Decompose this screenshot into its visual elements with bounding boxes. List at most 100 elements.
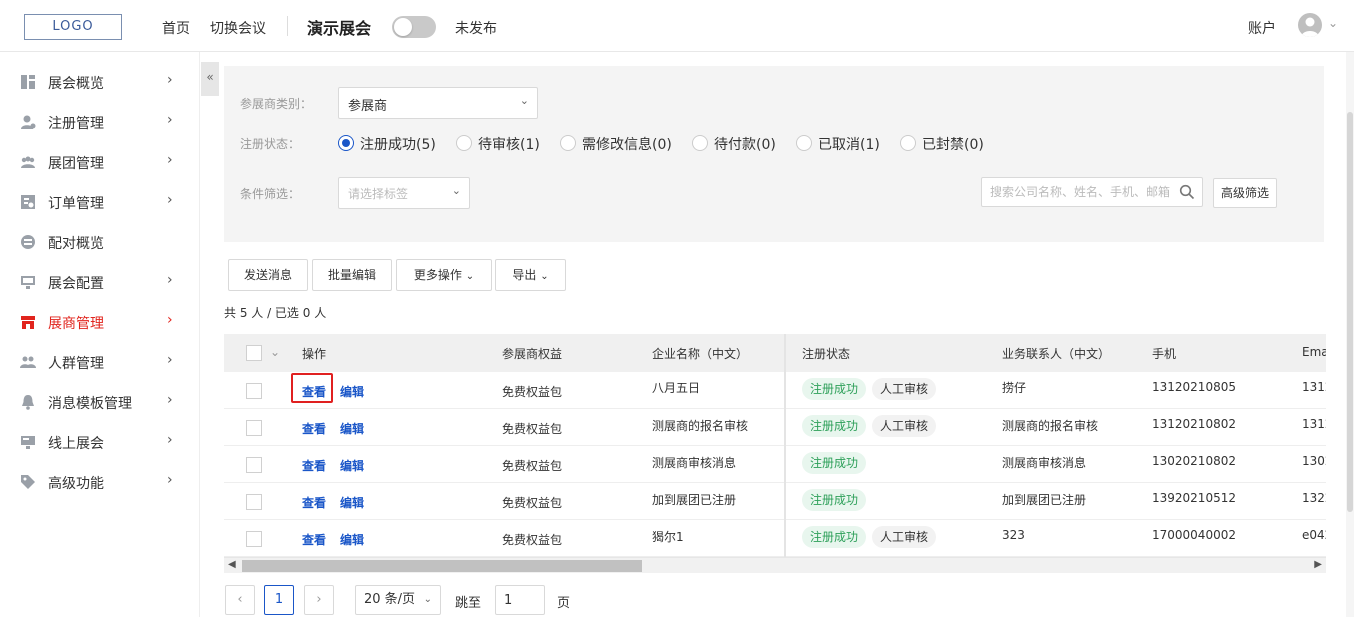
radio-dot <box>692 135 708 151</box>
col-contact: 业务联系人（中文） <box>1002 347 1111 361</box>
tag-select[interactable]: 请选择标签 ⌄ <box>338 177 470 209</box>
selection-summary: 共 5 人 / 已选 0 人 <box>224 306 327 320</box>
nav-home[interactable]: 首页 <box>162 18 190 38</box>
chevron-down-icon: ⌄ <box>465 271 475 282</box>
jump-page-input[interactable] <box>495 585 545 615</box>
chevron-down-icon: ⌄ <box>423 594 432 605</box>
sidebar-item-registration[interactable]: 注册管理 › <box>0 102 200 142</box>
table-row: 查看 编辑 免费权益包 八月五日 注册成功 人工审核 捞仔 1312021080… <box>224 372 1326 409</box>
view-button[interactable]: 查看 <box>302 457 326 474</box>
view-button[interactable]: 查看 <box>302 383 326 400</box>
prev-page-button[interactable]: ‹ <box>225 585 255 615</box>
page-number-button[interactable]: 1 <box>264 585 294 615</box>
chevron-right-icon: › <box>167 112 173 128</box>
select-all-checkbox[interactable] <box>246 345 262 361</box>
select-dropdown-icon[interactable]: ⌄ <box>270 345 280 359</box>
tag-select-placeholder: 请选择标签 <box>348 187 409 201</box>
sidebar-item-label: 注册管理 <box>48 116 104 132</box>
chevron-right-icon: › <box>167 352 173 368</box>
user-avatar-icon <box>1301 17 1319 37</box>
email-cell: 1312 <box>1302 380 1326 394</box>
status-cell: 注册成功 人工审核 <box>786 526 986 550</box>
edit-button[interactable]: 编辑 <box>340 494 364 511</box>
sidebar-item-message-templates[interactable]: 消息模板管理 › <box>0 382 200 422</box>
status-radio-label: 已封禁(0) <box>922 137 984 153</box>
avatar[interactable] <box>1298 13 1322 37</box>
top-header: LOGO 首页 切换会议 演示展会 未发布 账户 ⌄ <box>0 0 1354 52</box>
sidebar-item-label: 展会概览 <box>48 76 104 92</box>
scrollbar-thumb[interactable] <box>242 560 642 572</box>
sidebar-item-config[interactable]: 展会配置 › <box>0 262 200 302</box>
row-checkbox[interactable] <box>246 531 262 547</box>
sidebar-item-advanced[interactable]: 高级功能 › <box>0 462 200 502</box>
row-checkbox[interactable] <box>246 420 262 436</box>
sidebar-item-groups[interactable]: 展团管理 › <box>0 142 200 182</box>
sidebar-item-label: 订单管理 <box>48 196 104 212</box>
group-icon <box>21 156 35 168</box>
phone-cell: 13120210805 <box>1152 380 1236 394</box>
view-button[interactable]: 查看 <box>302 420 326 437</box>
chevron-down-icon: ⌄ <box>451 184 461 197</box>
row-checkbox[interactable] <box>246 383 262 399</box>
export-button[interactable]: 导出 ⌄ <box>495 259 566 291</box>
row-checkbox[interactable] <box>246 457 262 473</box>
col-phone: 手机 <box>1152 347 1177 361</box>
nav-switch-meeting[interactable]: 切换会议 <box>210 18 266 38</box>
sidebar-item-overview[interactable]: 展会概览 › <box>0 62 200 102</box>
radio-dot <box>560 135 576 151</box>
phone-cell: 17000040002 <box>1152 528 1236 542</box>
edit-button[interactable]: 编辑 <box>340 457 364 474</box>
send-message-button[interactable]: 发送消息 <box>228 259 308 291</box>
benefit-cell: 免费权益包 <box>502 422 563 436</box>
publish-toggle[interactable] <box>392 16 436 38</box>
edit-button[interactable]: 编辑 <box>340 531 364 548</box>
advanced-filter-button[interactable]: 高级筛选 <box>1213 178 1277 208</box>
search-icon[interactable] <box>1179 184 1195 200</box>
search-input[interactable] <box>981 177 1203 207</box>
scroll-right-arrow-icon[interactable]: ▶ <box>1314 559 1322 570</box>
more-actions-label: 更多操作 <box>413 268 462 282</box>
view-button[interactable]: 查看 <box>302 494 326 511</box>
company-cell: 测展商审核消息 <box>652 456 737 470</box>
sidebar-item-label: 人群管理 <box>48 356 104 372</box>
condition-label: 条件筛选： <box>240 187 301 201</box>
tag-icon <box>21 475 35 489</box>
chevron-down-icon[interactable]: ⌄ <box>1328 16 1338 30</box>
col-email: Ema <box>1302 345 1326 359</box>
batch-edit-button[interactable]: 批量编辑 <box>312 259 392 291</box>
view-button[interactable]: 查看 <box>302 531 326 548</box>
benefit-cell: 免费权益包 <box>502 459 563 473</box>
chevron-down-icon: ⌄ <box>519 94 529 107</box>
scrollbar-thumb[interactable] <box>1347 112 1353 512</box>
page-size-select[interactable]: 20 条/页 ⌄ <box>355 585 441 615</box>
next-page-button[interactable]: › <box>304 585 334 615</box>
sidebar-item-orders[interactable]: 订单管理 › <box>0 182 200 222</box>
benefit-cell: 免费权益包 <box>502 533 563 547</box>
collapse-sidebar-button[interactable]: « <box>201 62 219 96</box>
sidebar: 展会概览 › 注册管理 › 展团管理 › 订单管理 › 配对概览 展会配置 › … <box>0 52 200 617</box>
more-actions-button[interactable]: 更多操作 ⌄ <box>396 259 492 291</box>
scroll-left-arrow-icon[interactable]: ◀ <box>228 559 236 570</box>
sidebar-item-matching[interactable]: 配对概览 <box>0 222 200 262</box>
sidebar-item-online-expo[interactable]: 线上展会 › <box>0 422 200 462</box>
status-radio-label: 已取消(1) <box>818 137 880 153</box>
email-cell: 1302 <box>1302 454 1326 468</box>
account-link[interactable]: 账户 <box>1248 18 1276 38</box>
category-select[interactable]: 参展商 ⌄ <box>338 87 538 119</box>
status-badge: 注册成功 <box>802 452 867 474</box>
store-icon <box>21 316 35 329</box>
page-vertical-scrollbar[interactable] <box>1346 52 1354 617</box>
logo[interactable]: LOGO <box>24 14 122 40</box>
edit-button[interactable]: 编辑 <box>340 383 364 400</box>
table-row: 查看 编辑 免费权益包 猲尔1 注册成功 人工审核 323 1700004000… <box>224 520 1326 557</box>
page-suffix: 页 <box>557 596 571 611</box>
row-checkbox[interactable] <box>246 494 262 510</box>
status-label: 注册状态： <box>240 137 301 151</box>
edit-button[interactable]: 编辑 <box>340 420 364 437</box>
company-cell: 加到展团已注册 <box>652 493 737 507</box>
sidebar-item-audience[interactable]: 人群管理 › <box>0 342 200 382</box>
chevron-right-icon: › <box>167 472 173 488</box>
user-register-icon <box>21 115 36 129</box>
table-horizontal-scrollbar[interactable]: ◀ ▶ <box>224 557 1326 573</box>
sidebar-item-exhibitors[interactable]: 展商管理 › <box>0 302 200 342</box>
